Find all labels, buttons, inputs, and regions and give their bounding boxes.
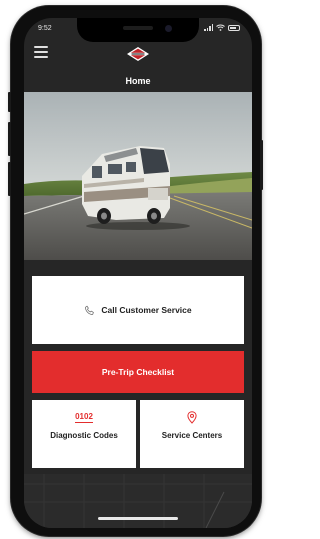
front-camera [165,25,172,32]
service-centers-tile[interactable]: Service Centers [140,400,244,468]
battery-icon [228,24,240,31]
map-pin-icon [187,410,197,424]
diagnostic-code-number: 0102 [75,411,93,423]
hero-image-rv-on-road [24,92,252,260]
wifi-icon [216,24,225,31]
phone-icon [85,305,95,315]
phone-volume-up-button [8,122,11,156]
status-time: 9:52 [38,25,52,32]
status-icons [204,24,240,31]
service-centers-label: Service Centers [161,431,223,440]
diagnostic-codes-tile[interactable]: 0102 Diagnostic Codes [32,400,136,468]
call-customer-service-button[interactable]: Call Customer Service [32,276,244,344]
page-title: Home [125,76,151,86]
phone-side-button [8,92,11,112]
phone-power-button [260,140,263,190]
phone-notch [77,18,199,42]
phone-volume-down-button [8,162,11,196]
pre-trip-checklist-label: Pre-Trip Checklist [101,367,175,377]
signal-icon [204,24,213,31]
brand-logo [127,47,149,61]
menu-icon[interactable] [34,46,48,58]
home-indicator[interactable] [98,517,178,520]
diagnostic-codes-label: Diagnostic Codes [50,431,118,440]
speaker-grille [123,26,153,30]
call-customer-service-label: Call Customer Service [101,305,192,315]
app-screen: 9:52 Home Call Customer Service Pre-Trip… [24,18,252,528]
pre-trip-checklist-button[interactable]: Pre-Trip Checklist [32,351,244,393]
